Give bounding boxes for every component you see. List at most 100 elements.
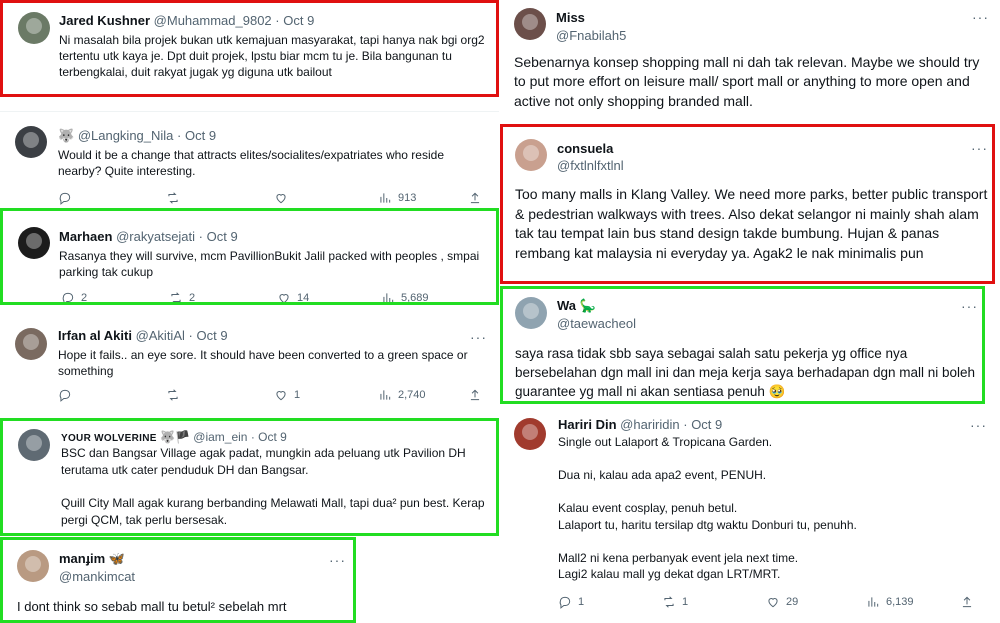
- retweet-icon: [171, 292, 181, 302]
- retweet-button[interactable]: [166, 388, 274, 402]
- author-name[interactable]: Irfan al Akiti: [58, 328, 132, 343]
- author-name[interactable]: Miss: [556, 10, 585, 25]
- like-button[interactable]: 29: [766, 595, 866, 609]
- more-icon[interactable]: ···: [470, 330, 487, 344]
- views-count: 2,740: [398, 389, 426, 401]
- retweet-button[interactable]: 1: [662, 595, 766, 609]
- avatar[interactable]: [18, 12, 50, 44]
- tweet-card[interactable]: Wa 🦕 @taewacheol ··· saya rasa tidak sbb…: [500, 286, 985, 404]
- reply-icon: [61, 94, 75, 97]
- author-name[interactable]: Marhaen: [59, 229, 112, 244]
- timestamp[interactable]: Oct 9: [258, 430, 287, 444]
- share-button[interactable]: [468, 191, 482, 205]
- tweet-card[interactable]: manɟim 🦋 @mankimcat ··· I dont think so …: [0, 537, 356, 623]
- tweet-card[interactable]: YOUR WOLVERINE 🐺🏴 @iam_ein · Oct 9 BSC d…: [0, 418, 499, 536]
- tweet-card[interactable]: consuela @fxtlnlfxtlnl ··· Too many mall…: [500, 124, 995, 284]
- author-name[interactable]: consuela: [557, 141, 613, 156]
- author-name[interactable]: YOUR WOLVERINE: [61, 433, 157, 444]
- reply-icon: [559, 596, 571, 609]
- views-icon: [380, 390, 391, 400]
- author-name[interactable]: Wa: [557, 298, 576, 313]
- tweet-text: Ni masalah bila projek bukan utk kemajua…: [59, 33, 488, 79]
- author-name[interactable]: manɟim: [59, 551, 105, 566]
- views-button[interactable]: 913: [378, 191, 468, 205]
- more-icon[interactable]: ···: [329, 553, 346, 567]
- author-handle[interactable]: @rakyatsejati: [116, 229, 195, 244]
- views-button[interactable]: 2,740: [378, 388, 468, 402]
- separator: ·: [177, 128, 182, 143]
- like-button[interactable]: 14: [277, 291, 381, 304]
- author-name[interactable]: Jared Kushner: [59, 13, 150, 28]
- reply-icon: [59, 192, 71, 205]
- author-handle[interactable]: @Muhammad_9802: [154, 13, 272, 28]
- author-handle[interactable]: @AkitiAl: [136, 328, 185, 343]
- avatar[interactable]: [18, 227, 50, 259]
- share-icon: [470, 192, 480, 204]
- avatar[interactable]: [515, 139, 547, 171]
- author-name-emoji[interactable]: 🐺: [58, 128, 74, 143]
- tweet-card[interactable]: Marhaen @rakyatsejati · Oct 9 Rasanya th…: [0, 208, 499, 305]
- author-handle[interactable]: @mankimcat: [59, 569, 135, 584]
- timestamp[interactable]: Oct 9: [185, 128, 216, 143]
- views-button[interactable]: 533: [367, 94, 457, 97]
- author-name-emoji: 🦕: [579, 298, 596, 313]
- tweet-card[interactable]: Miss @Fnabilah5 ··· Sebenarnya konsep sh…: [502, 0, 1000, 122]
- like-button[interactable]: 1: [277, 94, 367, 97]
- like-count: 1: [297, 95, 303, 97]
- views-icon: [367, 94, 381, 97]
- tweet-card[interactable]: Hariri Din @hariridin · Oct 9 ··· Single…: [502, 408, 1000, 623]
- reply-button[interactable]: 2: [61, 291, 169, 302]
- reply-button[interactable]: 1: [558, 595, 662, 609]
- author-name-emoji: 🦋: [108, 551, 126, 566]
- retweet-button[interactable]: [169, 94, 277, 97]
- action-bar: 2 2 14 5,689: [61, 291, 491, 304]
- views-button[interactable]: 5,689: [381, 291, 471, 302]
- reply-button[interactable]: [58, 191, 166, 205]
- more-icon[interactable]: ···: [972, 10, 989, 24]
- avatar[interactable]: [15, 328, 47, 360]
- author-handle[interactable]: @taewacheol: [557, 316, 636, 331]
- avatar[interactable]: [514, 418, 546, 450]
- author-name-emoji: 🐺🏴: [160, 430, 190, 444]
- author-name[interactable]: Hariri Din: [558, 417, 617, 432]
- share-button[interactable]: [468, 388, 482, 402]
- reply-button[interactable]: [61, 94, 169, 97]
- avatar[interactable]: [15, 126, 47, 158]
- author-handle[interactable]: @iam_ein: [193, 430, 247, 444]
- timestamp[interactable]: Oct 9: [691, 417, 722, 432]
- author-handle[interactable]: @fxtlnlfxtlnl: [557, 158, 624, 173]
- separator: ·: [198, 229, 204, 244]
- like-icon: [277, 94, 291, 97]
- retweet-icon: [664, 596, 674, 608]
- author-handle[interactable]: @Langking_Nila: [78, 128, 174, 143]
- reply-button[interactable]: [58, 388, 166, 402]
- more-icon[interactable]: ···: [970, 418, 987, 432]
- like-count: 14: [297, 292, 310, 304]
- retweet-button[interactable]: 2: [169, 291, 277, 302]
- views-button[interactable]: 6,139: [866, 595, 960, 609]
- timestamp[interactable]: Oct 9: [283, 13, 314, 28]
- timestamp[interactable]: Oct 9: [207, 229, 238, 244]
- like-button[interactable]: [274, 191, 378, 205]
- tweet-card[interactable]: 🐺 @Langking_Nila · Oct 9 Would it be a c…: [0, 112, 499, 208]
- avatar[interactable]: [515, 297, 547, 329]
- avatar[interactable]: [514, 8, 546, 40]
- share-button[interactable]: [960, 595, 974, 609]
- like-icon: [276, 194, 286, 204]
- more-icon[interactable]: ···: [971, 141, 988, 155]
- more-icon[interactable]: ···: [961, 299, 978, 313]
- author-handle[interactable]: @Fnabilah5: [556, 28, 626, 43]
- tweet-card[interactable]: Jared Kushner @Muhammad_9802 · Oct 9 Ni …: [0, 0, 499, 97]
- avatar[interactable]: [18, 429, 50, 461]
- timestamp[interactable]: Oct 9: [196, 328, 227, 343]
- author-handle[interactable]: @hariridin: [620, 417, 679, 432]
- views-icon: [383, 293, 394, 302]
- like-icon: [276, 391, 286, 401]
- views-count: 533: [387, 95, 405, 97]
- tweet-card[interactable]: Irfan al Akiti @AkitiAl · Oct 9 ··· Hope…: [0, 316, 499, 412]
- retweet-button[interactable]: [166, 191, 274, 205]
- share-icon: [470, 389, 480, 401]
- tweet-text: Single out Lalaport & Tropicana Garden. …: [558, 435, 857, 582]
- like-button[interactable]: 1: [274, 388, 378, 402]
- avatar[interactable]: [17, 550, 49, 582]
